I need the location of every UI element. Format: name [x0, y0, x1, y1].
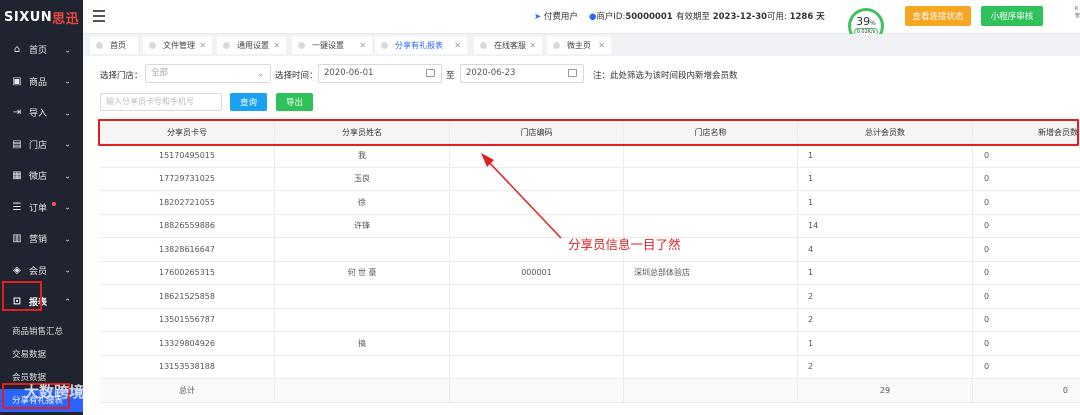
topbar: ➤ 付费用户 ●商户ID:50000001 有效期至 2023-12-30 可用…: [83, 0, 1080, 44]
annotation-text: 分享员信息一目了然: [568, 237, 681, 252]
progress-percent: 39%: [856, 16, 876, 27]
close-icon[interactable]: ✕: [359, 41, 366, 50]
store-icon: ▤: [12, 138, 22, 150]
send-icon: ➤: [534, 12, 542, 22]
sidebar-item-label: 导入: [29, 109, 48, 120]
sidebar-item-label: 会员: [29, 266, 48, 277]
highlight-box-report: [2, 281, 42, 311]
chevron-up-icon: ⌃: [64, 297, 71, 307]
chevron-down-icon: ⌄: [64, 234, 71, 244]
tab-bar: 首页 文件管理 ✕ 通用设置 ✕ 一键设置 ✕ 分享有礼报表 ✕ 在线客服 ✕ 微主页 ✕: [83, 34, 1080, 56]
chevron-down-icon: ⌄: [64, 45, 71, 55]
tab-dot-icon: [96, 41, 103, 49]
sidebar-item-import[interactable]: ⇥ 导入 ⌄: [0, 97, 83, 129]
corner-text: K 管: [1075, 6, 1080, 19]
logo-text: SIXUN: [4, 9, 53, 25]
gift-icon: ▣: [12, 75, 22, 87]
tab-online-service[interactable]: 在线客服 ✕: [474, 36, 542, 54]
tab-dot-icon: [553, 41, 560, 49]
available-value: 1286 天: [789, 12, 825, 22]
tab-dot-icon: [381, 41, 388, 49]
tab-file-management[interactable]: 文件管理 ✕: [143, 36, 212, 54]
tab-dot-icon: [298, 41, 305, 49]
sidebar-item-label: 商品: [29, 77, 48, 88]
tab-general-settings[interactable]: 通用设置 ✕: [217, 36, 286, 54]
tab-home[interactable]: 首页: [90, 36, 138, 54]
sidebar-item-order[interactable]: ☰ 订单 ⌄: [0, 192, 83, 224]
chevron-down-icon: ⌄: [64, 76, 71, 86]
sidebar-item-label: 首页: [29, 46, 48, 57]
sidebar-item-marketing[interactable]: ▥ 营销 ⌄: [0, 223, 83, 255]
logo-cn-text: 思迅: [52, 11, 80, 27]
sidebar-item-label: 微店: [29, 172, 48, 183]
merchant-id: ●商户ID:50000001: [589, 10, 673, 22]
notification-dot: [52, 201, 56, 206]
tab-dot-icon: [223, 41, 230, 49]
close-icon[interactable]: ✕: [598, 41, 605, 50]
chevron-down-icon: ⌄: [64, 108, 71, 118]
valid-until-label: 有效期至: [676, 12, 711, 22]
merchant-id-label: 商户ID:: [596, 12, 626, 22]
sidebar-subitem-transaction[interactable]: 交易数据: [0, 343, 83, 366]
sidebar: SIXUN 思迅 ⌂ 首页 ⌄ ▣ 商品 ⌄ ⇥ 导入 ⌄ ▤ 门店 ⌄ ▦ 微…: [0, 0, 83, 415]
progress-unit: %: [870, 20, 876, 27]
sidebar-item-microshop[interactable]: ▦ 微店 ⌄: [0, 160, 83, 192]
logo: SIXUN 思迅: [0, 0, 83, 34]
home-icon: ⌂: [13, 44, 21, 56]
user-type-label: 付费用户: [543, 12, 578, 22]
import-icon: ⇥: [12, 107, 22, 119]
tab-label: 首页: [110, 40, 126, 50]
chevron-down-icon: ⌄: [64, 139, 71, 149]
sidebar-item-label: 门店: [29, 140, 48, 151]
shop-icon: ▦: [12, 170, 22, 182]
sidebar-item-goods[interactable]: ▣ 商品 ⌄: [0, 66, 83, 98]
progress-value: 39: [856, 15, 871, 28]
sidebar-subitem-goods-sales[interactable]: 商品销售汇总: [0, 320, 83, 343]
diamond-icon: ◈: [13, 264, 21, 276]
sidebar-item-store[interactable]: ▤ 门店 ⌄: [0, 129, 83, 161]
tab-label: 通用设置: [237, 40, 269, 50]
valid-until: 有效期至 2023-12-30: [676, 10, 767, 22]
tab-label: 在线客服: [494, 40, 526, 50]
menu-toggle-icon[interactable]: [93, 10, 105, 22]
tab-label: 分享有礼报表: [395, 40, 443, 50]
sidebar-item-label: 订单: [29, 203, 48, 214]
merchant-id-value: 50000001: [625, 12, 673, 22]
chevron-down-icon: ⌄: [64, 265, 71, 275]
tab-dot-icon: [480, 41, 487, 49]
sidebar-item-home[interactable]: ⌂ 首页 ⌄: [0, 34, 83, 66]
view-connection-button[interactable]: 查看连接状态: [905, 6, 971, 26]
valid-until-value: 2023-12-30: [712, 12, 768, 22]
chevron-down-icon: ⌄: [64, 202, 71, 212]
close-icon[interactable]: ✕: [454, 41, 461, 50]
close-icon[interactable]: ✕: [199, 41, 206, 50]
sidebar-item-label: 营销: [29, 235, 48, 246]
available-label: 可用:: [767, 12, 787, 22]
close-icon[interactable]: ✕: [273, 41, 280, 50]
tab-label: 一键设置: [312, 40, 344, 50]
miniapp-review-button[interactable]: 小程序审核: [981, 6, 1043, 26]
available-days: 可用: 1286 天: [767, 10, 825, 22]
tab-label: 微主页: [567, 40, 591, 50]
tab-micro-homepage[interactable]: 微主页 ✕: [547, 36, 611, 54]
tab-dot-icon: [149, 41, 156, 49]
chevron-down-icon: ⌄: [64, 171, 71, 181]
user-type: ➤ 付费用户: [534, 10, 578, 22]
watermark: 大数跨境: [24, 383, 85, 401]
close-icon[interactable]: ✕: [529, 41, 536, 50]
tab-one-click-settings[interactable]: 一键设置 ✕: [292, 36, 372, 54]
order-icon: ☰: [12, 201, 22, 213]
chart-icon: ▥: [12, 233, 22, 245]
tab-share-report[interactable]: 分享有礼报表 ✕: [375, 36, 467, 54]
main-content: 选择门店： 全部 ⌄ 选择时间： 2020-06-01 至 2020-06-23…: [83, 56, 1080, 415]
tab-label: 文件管理: [163, 40, 195, 50]
